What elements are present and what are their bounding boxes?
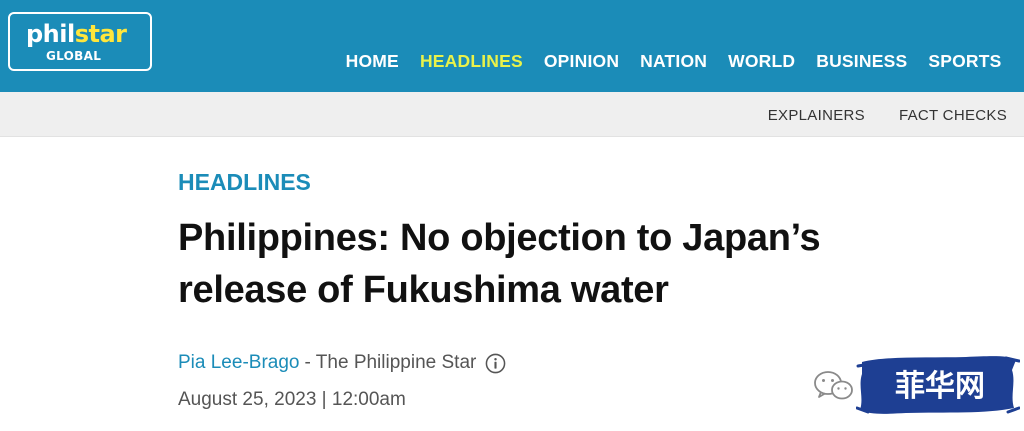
article-byline: Pia Lee-Brago - The Philippine Star (178, 351, 506, 375)
headline-line-1: Philippines: No objection to Japan’s (178, 217, 821, 259)
logo-wordmark: philstar (26, 20, 127, 48)
site-header: philstar GLOBAL HOME HEADLINES OPINION N… (0, 0, 1024, 92)
nav-item-nation[interactable]: NATION (630, 50, 718, 72)
article-date: August 25, 2023 | 12:00am (178, 389, 406, 410)
byline-separator: - (304, 352, 311, 373)
watermark-text: 菲华网 (895, 369, 985, 404)
sub-nav: EXPLAINERS FACT CHECKS (768, 107, 1007, 125)
logo-word-phil: phil (26, 20, 75, 48)
article-headline: Philippines: No objection to Japan’s rel… (178, 212, 938, 316)
nav-item-headlines[interactable]: HEADLINES (409, 50, 533, 72)
sub-nav-item-explainers[interactable]: EXPLAINERS (768, 107, 865, 125)
watermark-brush-badge: 菲华网 (856, 356, 1020, 414)
nav-item-opinion[interactable]: OPINION (533, 50, 629, 72)
publication-name: The Philippine Star (315, 352, 477, 373)
philstar-logo[interactable]: philstar GLOBAL (8, 12, 152, 71)
watermark: 菲华网 (812, 352, 1020, 418)
sub-nav-item-fact-checks[interactable]: FACT CHECKS (899, 107, 1007, 125)
sub-nav-bar: EXPLAINERS FACT CHECKS (0, 92, 1024, 137)
headline-line-2: release of Fukushima water (178, 269, 669, 311)
nav-item-business[interactable]: BUSINESS (806, 50, 918, 72)
nav-item-world[interactable]: WORLD (718, 50, 806, 72)
article-section-link[interactable]: HEADLINES (178, 168, 311, 196)
main-nav: HOME HEADLINES OPINION NATION WORLD BUSI… (335, 50, 1012, 72)
info-circle-icon[interactable] (485, 353, 506, 374)
logo-subtitle: GLOBAL (46, 49, 102, 63)
author-link[interactable]: Pia Lee-Brago (178, 351, 299, 375)
wechat-icon (814, 371, 853, 400)
logo-word-star: star (74, 20, 127, 48)
nav-item-home[interactable]: HOME (335, 50, 409, 72)
nav-item-sports[interactable]: SPORTS (918, 50, 1012, 72)
